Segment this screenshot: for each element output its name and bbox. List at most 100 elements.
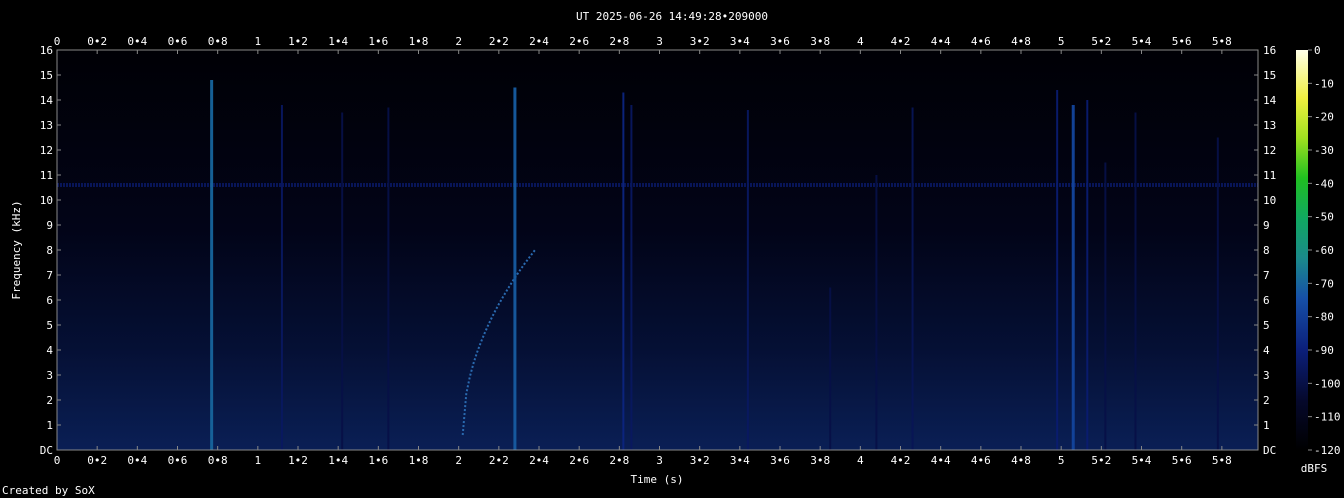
x-tick-label-bottom-26: 5•2 — [1091, 454, 1111, 467]
colorbar-tick-label-2: -20 — [1314, 111, 1334, 124]
x-axis-label: Time (s) — [631, 473, 684, 486]
y-tick-label-right-16: 16 — [1263, 44, 1276, 57]
x-tick-label-top-7: 1•4 — [328, 35, 348, 48]
x-tick-label-top-17: 3•4 — [730, 35, 750, 48]
x-tick-label-top-11: 2•2 — [489, 35, 509, 48]
x-tick-label-top-3: 0•6 — [168, 35, 188, 48]
y-tick-label-left-11: 11 — [40, 169, 53, 182]
y-tick-label-left-12: 12 — [40, 144, 53, 157]
x-tick-label-bottom-7: 1•4 — [328, 454, 348, 467]
colorbar-tick-label-7: -70 — [1314, 277, 1334, 290]
spectrogram-chart: UT 2025-06-26 14:49:28•209000 0 0•2 0•4 0•6… — [10, 10, 1341, 486]
colorbar-tick-label-5: -50 — [1314, 211, 1334, 224]
colorbar-tick-label-9: -90 — [1314, 344, 1334, 357]
y-tick-label-right-4: 4 — [1263, 344, 1270, 357]
x-tick-label-top-20: 4 — [857, 35, 864, 48]
y-tick-label-left-2: 2 — [46, 394, 53, 407]
x-tick-label-bottom-13: 2•6 — [569, 454, 589, 467]
x-tick-label-top-25: 5 — [1058, 35, 1065, 48]
y-tick-label-right-10: 10 — [1263, 194, 1276, 207]
x-tick-label-bottom-9: 1•8 — [409, 454, 429, 467]
x-tick-label-top-23: 4•6 — [971, 35, 991, 48]
colorbar-tick-label-6: -60 — [1314, 244, 1334, 257]
colorbar-ticks: 0 -10 -20 -30 -40 -50 -60 -70 -80 -90 -100 -110 -120 — [1308, 44, 1341, 457]
colorbar-tick-label-4: -40 — [1314, 177, 1334, 190]
x-tick-label-top-0: 0 — [54, 35, 61, 48]
x-tick-label-bottom-11: 2•2 — [489, 454, 509, 467]
y-tick-label-right-14: 14 — [1263, 94, 1277, 107]
colorbar-tick-label-11: -110 — [1314, 411, 1341, 424]
x-tick-label-top-1: 0•2 — [87, 35, 107, 48]
x-tick-label-top-13: 2•6 — [569, 35, 589, 48]
y-tick-label-left-15: 15 — [40, 69, 53, 82]
y-tick-label-left-8: 8 — [46, 244, 53, 257]
x-tick-label-top-8: 1•6 — [368, 35, 388, 48]
x-tick-label-top-19: 3•8 — [810, 35, 830, 48]
x-tick-label-bottom-0: 0 — [54, 454, 61, 467]
y-tick-label-right-2: 2 — [1263, 394, 1270, 407]
y-tick-label-right-3: 3 — [1263, 369, 1270, 382]
x-tick-label-top-26: 5•2 — [1091, 35, 1111, 48]
x-tick-label-bottom-6: 1•2 — [288, 454, 308, 467]
x-tick-label-bottom-18: 3•6 — [770, 454, 790, 467]
y-tick-label-right-12: 12 — [1263, 144, 1276, 157]
x-tick-label-top-9: 1•8 — [409, 35, 429, 48]
colorbar-tick-label-3: -30 — [1314, 144, 1334, 157]
credit-text: Created by SoX — [2, 484, 95, 497]
colorbar-tick-label-12: -120 — [1314, 444, 1341, 457]
colorbar-tick-label-1: -10 — [1314, 77, 1334, 90]
x-tick-label-top-16: 3•2 — [690, 35, 710, 48]
x-tick-label-bottom-22: 4•4 — [931, 454, 951, 467]
x-tick-label-bottom-10: 2 — [455, 454, 462, 467]
y-tick-label-left-13: 13 — [40, 119, 53, 132]
x-tick-label-top-15: 3 — [656, 35, 663, 48]
x-tick-label-bottom-8: 1•6 — [368, 454, 388, 467]
x-tick-label-top-21: 4•2 — [891, 35, 911, 48]
x-tick-label-top-24: 4•8 — [1011, 35, 1031, 48]
y-tick-label-left-14: 14 — [40, 94, 54, 107]
y-tick-label-left-1: 1 — [46, 419, 53, 432]
y-tick-label-right-13: 13 — [1263, 119, 1276, 132]
colorbar-label: dBFS — [1301, 462, 1328, 475]
colorbar-tick-label-0: 0 — [1314, 44, 1321, 57]
y-tick-label-right-8: 8 — [1263, 244, 1270, 257]
x-tick-label-bottom-23: 4•6 — [971, 454, 991, 467]
y-tick-label-right-5: 5 — [1263, 319, 1270, 332]
y-axis-label: Frequency (kHz) — [10, 200, 23, 299]
x-tick-label-top-29: 5•8 — [1212, 35, 1232, 48]
x-tick-label-bottom-24: 4•8 — [1011, 454, 1031, 467]
x-tick-label-top-5: 1 — [255, 35, 262, 48]
x-tick-label-top-10: 2 — [455, 35, 462, 48]
colorbar-tick-label-8: -80 — [1314, 311, 1334, 324]
x-tick-label-top-14: 2•8 — [609, 35, 629, 48]
x-tick-label-bottom-19: 3•8 — [810, 454, 830, 467]
x-tick-label-bottom-16: 3•2 — [690, 454, 710, 467]
x-tick-label-bottom-1: 0•2 — [87, 454, 107, 467]
x-tick-label-top-2: 0•4 — [127, 35, 147, 48]
x-tick-label-bottom-27: 5•4 — [1132, 454, 1152, 467]
colorbar-tick-label-10: -100 — [1314, 377, 1341, 390]
y-tick-label-left-0: DC — [40, 444, 53, 457]
x-tick-label-top-4: 0•8 — [208, 35, 228, 48]
x-tick-label-bottom-21: 4•2 — [891, 454, 911, 467]
x-tick-label-top-12: 2•4 — [529, 35, 549, 48]
y-tick-label-right-9: 9 — [1263, 219, 1270, 232]
y-tick-label-right-7: 7 — [1263, 269, 1270, 282]
x-tick-label-bottom-4: 0•8 — [208, 454, 228, 467]
y-tick-label-right-15: 15 — [1263, 69, 1276, 82]
y-tick-label-left-16: 16 — [40, 44, 53, 57]
y-tick-label-left-7: 7 — [46, 269, 53, 282]
y-tick-label-right-1: 1 — [1263, 419, 1270, 432]
x-tick-label-bottom-15: 3 — [656, 454, 663, 467]
y-tick-label-left-4: 4 — [46, 344, 53, 357]
y-tick-label-right-0: DC — [1263, 444, 1276, 457]
x-tick-label-bottom-14: 2•8 — [609, 454, 629, 467]
y-tick-label-left-10: 10 — [40, 194, 53, 207]
y-tick-label-left-6: 6 — [46, 294, 53, 307]
x-tick-label-bottom-2: 0•4 — [127, 454, 147, 467]
y-tick-label-left-5: 5 — [46, 319, 53, 332]
x-tick-label-bottom-20: 4 — [857, 454, 864, 467]
x-tick-label-bottom-25: 5 — [1058, 454, 1065, 467]
y-tick-label-left-3: 3 — [46, 369, 53, 382]
x-tick-label-bottom-28: 5•6 — [1172, 454, 1192, 467]
